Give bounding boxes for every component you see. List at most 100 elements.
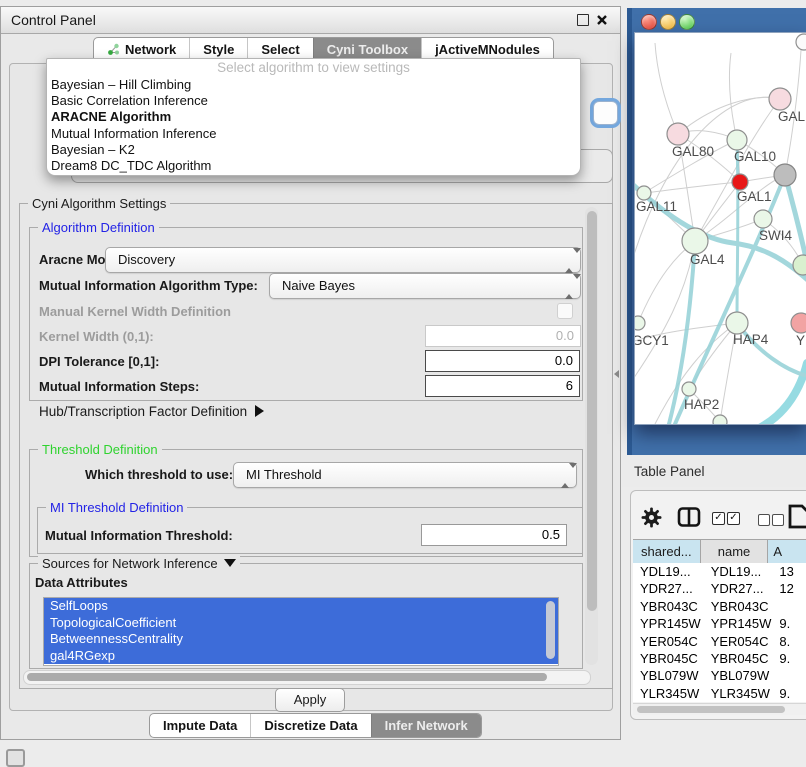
node-label-gal10: GAL10 xyxy=(734,149,776,164)
network-node-gal1[interactable] xyxy=(754,210,772,228)
kernel-width-field[interactable]: 0.0 xyxy=(425,325,581,347)
table-row[interactable]: YLR345WYLR345W9. xyxy=(633,685,806,702)
close-icon[interactable] xyxy=(596,14,608,26)
column-header-shared-name[interactable]: shared... xyxy=(633,540,701,563)
table-cell: YER054C xyxy=(704,633,775,650)
attribute-item-betweennesscentrality[interactable]: BetweennessCentrality xyxy=(44,631,558,648)
stepper-arrows-icon xyxy=(565,279,573,294)
unselect-columns-icon[interactable] xyxy=(758,514,770,526)
settings-gear-icon[interactable] xyxy=(641,507,662,531)
tab-impute-data[interactable]: Impute Data xyxy=(150,714,250,737)
network-node-gal11[interactable] xyxy=(637,186,651,200)
manual-kernel-checkbox[interactable] xyxy=(557,303,573,319)
table-cell: 12 xyxy=(774,580,806,597)
mi-threshold-group-title: MI Threshold Definition xyxy=(46,500,187,515)
control-panel-titlebar: Control Panel xyxy=(1,7,620,34)
table-browser-window: ✓ ✓ shared... name A YDL19...YDL19...13Y… xyxy=(630,490,806,720)
network-node-gcy1[interactable] xyxy=(635,316,645,330)
algorithm-option-basic-correlation-inference[interactable]: Basic Correlation Inference xyxy=(47,93,580,109)
select-columns-icon[interactable]: ✓ xyxy=(727,512,740,525)
tab-label: Infer Network xyxy=(385,715,468,736)
network-node-y[interactable] xyxy=(791,313,806,333)
network-edge xyxy=(678,97,780,134)
table-row[interactable]: YDR27...YDR27...12 xyxy=(633,580,806,597)
algorithm-option-bayesian-hill-climbing[interactable]: Bayesian – Hill Climbing xyxy=(47,77,580,93)
kernel-width-label: Kernel Width (0,1): xyxy=(39,329,154,344)
panel-title: Control Panel xyxy=(11,12,96,28)
table-row[interactable]: YPR145WYPR145W9. xyxy=(633,615,806,632)
attribute-item-selfloops[interactable]: SelfLoops xyxy=(44,598,558,615)
dpi-tolerance-field[interactable]: 0.0 xyxy=(425,350,580,372)
tab-discretize-data[interactable]: Discretize Data xyxy=(250,714,370,737)
settings-vertical-scrollbar[interactable] xyxy=(585,207,598,665)
table-panel-header: Table Panel xyxy=(622,455,806,487)
algorithm-option-bayesian-k2[interactable]: Bayesian – K2 xyxy=(47,142,580,158)
table-cell: YDR27... xyxy=(704,580,775,597)
data-attributes-list[interactable]: SelfLoopsTopologicalCoefficientBetweenne… xyxy=(43,597,559,666)
split-divider-handle[interactable] xyxy=(614,370,619,378)
network-node-gal[interactable] xyxy=(769,88,791,110)
attributes-scrollbar[interactable] xyxy=(546,601,555,659)
table-cell: YBR043C xyxy=(633,598,704,615)
network-node[interactable] xyxy=(713,415,727,424)
column-layout-icon[interactable] xyxy=(677,506,701,531)
close-window-icon[interactable] xyxy=(641,14,657,30)
algorithm-popup-placeholder: Select algorithm to view settings xyxy=(47,59,580,77)
algorithm-option-mutual-information-inference[interactable]: Mutual Information Inference xyxy=(47,126,580,142)
unselect-columns-icon[interactable] xyxy=(772,514,784,526)
table-cell: YPR145W xyxy=(633,615,704,632)
select-columns-icon[interactable]: ✓ xyxy=(712,512,725,525)
tab-infer-network[interactable]: Infer Network xyxy=(371,714,481,737)
network-node-gal4[interactable] xyxy=(682,228,708,254)
sources-group-title[interactable]: Sources for Network Inference xyxy=(38,556,240,571)
table-cell: 8. xyxy=(774,633,806,650)
settings-horizontal-scrollbar[interactable] xyxy=(23,670,591,685)
table-row[interactable]: YDL19...YDL19...13 xyxy=(633,563,806,580)
network-node-gal10[interactable] xyxy=(727,130,747,150)
which-threshold-combo[interactable]: MI Threshold xyxy=(233,462,577,488)
node-label-swi4: SWI4 xyxy=(759,228,792,243)
zoom-window-icon[interactable] xyxy=(679,14,695,30)
minimize-window-icon[interactable] xyxy=(660,14,676,30)
node-label-gal11: GAL11 xyxy=(636,199,677,214)
column-header-partial[interactable]: A xyxy=(768,540,806,563)
mi-threshold-field[interactable]: 0.5 xyxy=(421,524,567,546)
hub-definition-label: Hub/Transcription Factor Definition xyxy=(39,404,247,419)
table-horizontal-scrollbar[interactable] xyxy=(633,703,806,715)
network-node-hap4[interactable] xyxy=(726,312,748,334)
table-body: YDL19...YDL19...13YDR27...YDR27...12YBR0… xyxy=(633,563,806,702)
mi-algorithm-type-combo[interactable]: Naive Bayes xyxy=(269,273,581,299)
column-header-name[interactable]: name xyxy=(701,540,769,563)
table-row[interactable]: YBR043CYBR043C xyxy=(633,598,806,615)
float-window-icon[interactable] xyxy=(577,14,589,26)
table-cell: YLR345W xyxy=(704,685,775,702)
algorithm-option-dream8-dc-tdc-algorithm[interactable]: Dream8 DC_TDC Algorithm xyxy=(47,158,580,174)
sources-title-text: Sources for Network Inference xyxy=(42,556,218,571)
table-cell: YDR27... xyxy=(633,580,704,597)
mi-steps-field[interactable]: 6 xyxy=(425,375,580,397)
table-row[interactable]: YBL079WYBL079W xyxy=(633,667,806,684)
hub-definition-toggle[interactable]: Hub/Transcription Factor Definition xyxy=(39,404,264,419)
network-edge xyxy=(729,53,737,140)
attribute-item-gal4rgexp[interactable]: gal4RGexp xyxy=(44,648,558,665)
table-row[interactable]: YER054CYER054C8. xyxy=(633,633,806,650)
network-node-hap2[interactable] xyxy=(682,382,696,396)
aracne-mode-combo[interactable]: Discovery xyxy=(105,247,581,273)
attribute-item-topologicalcoefficient[interactable]: TopologicalCoefficient xyxy=(44,615,558,632)
network-node[interactable] xyxy=(774,164,796,186)
network-node-gal80[interactable] xyxy=(667,123,689,145)
collapse-down-icon xyxy=(224,559,236,567)
threshold-definition-title: Threshold Definition xyxy=(38,442,162,457)
algorithm-option-aracne-algorithm[interactable]: ARACNE Algorithm xyxy=(47,109,580,125)
network-node[interactable] xyxy=(796,34,806,50)
panel-grip-icon[interactable] xyxy=(6,749,25,767)
export-table-icon[interactable] xyxy=(787,503,806,533)
apply-button[interactable]: Apply xyxy=(275,688,345,712)
table-row[interactable]: YBR045CYBR045C9. xyxy=(633,650,806,667)
network-node[interactable] xyxy=(732,174,748,190)
network-view-canvas[interactable]: GALGAL80GAL10GAL11GAL1SWI4GAL4GCY1HAP4YH… xyxy=(634,32,806,425)
tab-label: Network xyxy=(125,39,176,60)
table-cell: 9. xyxy=(774,685,806,702)
stepper-arrows-icon xyxy=(565,253,573,268)
focused-combo-fragment[interactable] xyxy=(593,101,618,125)
